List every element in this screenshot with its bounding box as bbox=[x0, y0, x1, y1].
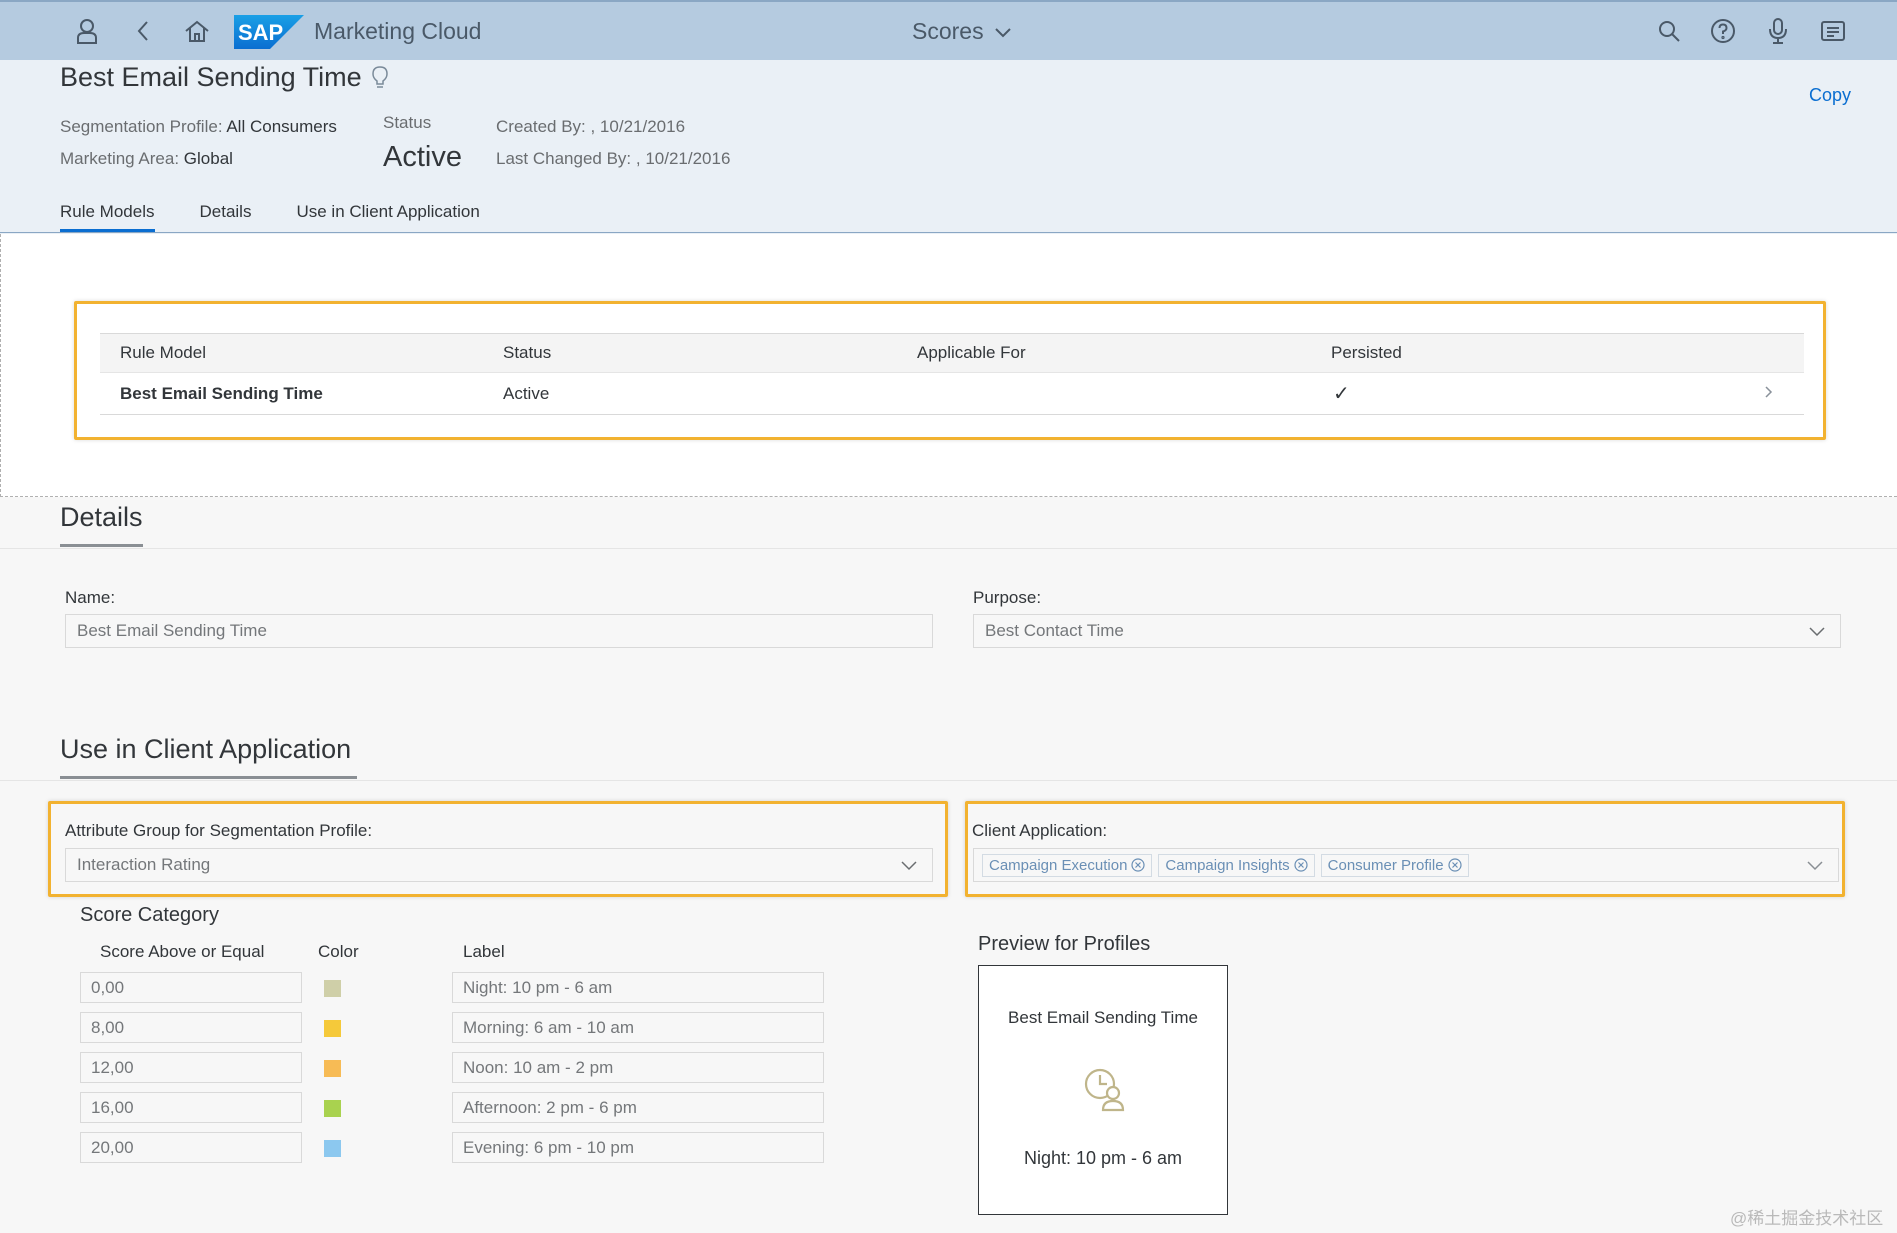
token-campaign-execution[interactable]: Campaign Execution bbox=[982, 853, 1153, 877]
lightbulb-icon bbox=[370, 65, 390, 94]
created-by: Created By: , 10/21/2016 bbox=[496, 117, 686, 136]
marketing-area-attr: Marketing Area: Global bbox=[60, 149, 233, 169]
status-label: Status bbox=[383, 113, 432, 132]
preview-card-title: Best Email Sending Time bbox=[1008, 1008, 1198, 1027]
search-icon[interactable] bbox=[1654, 16, 1684, 46]
label-input[interactable]: Night: 10 pm - 6 am bbox=[452, 972, 824, 1003]
notifications-icon[interactable] bbox=[1818, 16, 1848, 46]
attr-group-label: Attribute Group for Segmentation Profile… bbox=[65, 821, 373, 840]
remove-token-icon[interactable] bbox=[1447, 858, 1462, 872]
section-tabs: Rule Models Details Use in Client Applic… bbox=[60, 202, 525, 232]
sap-logo[interactable]: SAP bbox=[234, 15, 304, 49]
client-app-title: Use in Client Application bbox=[60, 734, 352, 764]
score-category-title: Score Category bbox=[80, 904, 219, 926]
shell-bar: SAP Marketing Cloud Scores bbox=[0, 0, 1897, 60]
label-input[interactable]: Morning: 6 am - 10 am bbox=[452, 1012, 824, 1043]
header-divider bbox=[0, 232, 1897, 233]
scores-menu[interactable]: Scores bbox=[912, 18, 1012, 45]
table-header: Rule Model Status Applicable For Persist… bbox=[100, 333, 1804, 373]
color-swatch[interactable] bbox=[324, 1060, 341, 1077]
last-changed-by: Last Changed By: , 10/21/2016 bbox=[496, 149, 731, 168]
tab-rule-models[interactable]: Rule Models bbox=[60, 202, 155, 232]
color-column-header: Color bbox=[318, 942, 359, 961]
color-swatch[interactable] bbox=[324, 1140, 341, 1157]
score-input[interactable]: 8,00 bbox=[80, 1012, 302, 1043]
tab-use-in-client-application[interactable]: Use in Client Application bbox=[296, 202, 479, 232]
chevron-down-icon[interactable] bbox=[1808, 624, 1826, 638]
marketing-area-value: Global bbox=[183, 149, 233, 168]
table-row[interactable]: Best Email Sending Time Active ✓ bbox=[100, 373, 1804, 415]
scores-menu-label: Scores bbox=[912, 18, 984, 44]
rule-models-table: Rule Model Status Applicable For Persist… bbox=[100, 333, 1804, 415]
client-application-label: Client Application: bbox=[972, 821, 1108, 840]
client-app-title-underline bbox=[60, 776, 357, 779]
preview-card: Best Email Sending Time Night: 10 pm - 6… bbox=[978, 965, 1228, 1215]
chevron-down-icon[interactable] bbox=[1806, 858, 1824, 872]
app-title: Marketing Cloud bbox=[314, 18, 482, 44]
name-field-value: Best Email Sending Time bbox=[77, 621, 267, 640]
segmentation-profile-attr: Segmentation Profile: All Consumers bbox=[60, 117, 337, 137]
score-column-header: Score Above or Equal bbox=[100, 942, 265, 961]
label-column-header: Label bbox=[463, 942, 505, 961]
attr-group-select[interactable]: Interaction Rating bbox=[65, 848, 933, 882]
purpose-select[interactable]: Best Contact Time bbox=[973, 614, 1841, 648]
preview-title: Preview for Profiles bbox=[978, 933, 1151, 955]
tab-details[interactable]: Details bbox=[200, 202, 252, 232]
copy-button[interactable]: Copy bbox=[1809, 85, 1851, 106]
name-label: Name: bbox=[65, 588, 116, 607]
name-field[interactable]: Best Email Sending Time bbox=[65, 614, 933, 648]
token-label: Campaign Insights bbox=[1165, 856, 1290, 874]
details-title-underline bbox=[60, 544, 143, 547]
label-input[interactable]: Noon: 10 am - 2 pm bbox=[452, 1052, 824, 1083]
label-input[interactable]: Afternoon: 2 pm - 6 pm bbox=[452, 1092, 824, 1123]
chevron-right-icon[interactable] bbox=[1731, 384, 1804, 404]
segmentation-profile-value: All Consumers bbox=[226, 117, 337, 136]
column-header[interactable]: Persisted bbox=[1331, 343, 1731, 363]
back-icon[interactable] bbox=[128, 16, 158, 46]
microphone-icon[interactable] bbox=[1763, 16, 1793, 46]
color-swatch[interactable] bbox=[324, 1100, 341, 1117]
attr-group-select-value: Interaction Rating bbox=[77, 855, 211, 874]
client-application-multicombo[interactable]: Campaign Execution Campaign Insights Con… bbox=[973, 848, 1839, 882]
details-divider bbox=[0, 548, 1897, 549]
column-header[interactable]: Applicable For bbox=[917, 343, 1331, 363]
column-header[interactable]: Rule Model bbox=[100, 343, 503, 363]
home-icon[interactable] bbox=[182, 16, 212, 46]
token-label: Consumer Profile bbox=[1327, 856, 1444, 874]
details-title: Details bbox=[60, 502, 143, 532]
score-input[interactable]: 12,00 bbox=[80, 1052, 302, 1083]
svg-text:SAP: SAP bbox=[238, 20, 283, 45]
page-title: Best Email Sending Time bbox=[60, 62, 362, 92]
token-campaign-insights[interactable]: Campaign Insights bbox=[1158, 853, 1315, 877]
purpose-select-value: Best Contact Time bbox=[985, 621, 1124, 640]
remove-token-icon[interactable] bbox=[1131, 858, 1146, 872]
color-swatch[interactable] bbox=[324, 1020, 341, 1037]
cell-status: Active bbox=[503, 383, 550, 403]
client-app-divider bbox=[0, 780, 1897, 781]
purpose-label: Purpose: bbox=[973, 588, 1042, 607]
label-input[interactable]: Evening: 6 pm - 10 pm bbox=[452, 1132, 824, 1163]
marketing-area-label: Marketing Area: bbox=[60, 149, 180, 168]
token-label: Campaign Execution bbox=[989, 856, 1128, 874]
clock-person-icon bbox=[1082, 1066, 1128, 1117]
segmentation-profile-label: Segmentation Profile: bbox=[60, 117, 223, 136]
chevron-down-icon[interactable] bbox=[900, 858, 918, 872]
chevron-down-icon bbox=[994, 27, 1011, 37]
column-header[interactable]: Status bbox=[503, 343, 917, 363]
status-value: Active bbox=[383, 141, 462, 173]
color-swatch[interactable] bbox=[324, 980, 341, 997]
score-input[interactable]: 16,00 bbox=[80, 1092, 302, 1123]
help-icon[interactable] bbox=[1708, 16, 1738, 46]
remove-token-icon[interactable] bbox=[1294, 858, 1308, 872]
cell-rule-model: Best Email Sending Time bbox=[120, 383, 323, 403]
score-input[interactable]: 0,00 bbox=[80, 972, 302, 1003]
preview-card-value: Night: 10 pm - 6 am bbox=[1023, 1148, 1183, 1168]
persisted-checkmark-icon: ✓ bbox=[1333, 383, 1350, 405]
token-consumer-profile[interactable]: Consumer Profile bbox=[1320, 853, 1469, 877]
watermark: @稀土掘金技术社区 bbox=[1730, 1209, 1884, 1228]
score-input[interactable]: 20,00 bbox=[80, 1132, 302, 1163]
user-icon[interactable] bbox=[72, 16, 102, 46]
